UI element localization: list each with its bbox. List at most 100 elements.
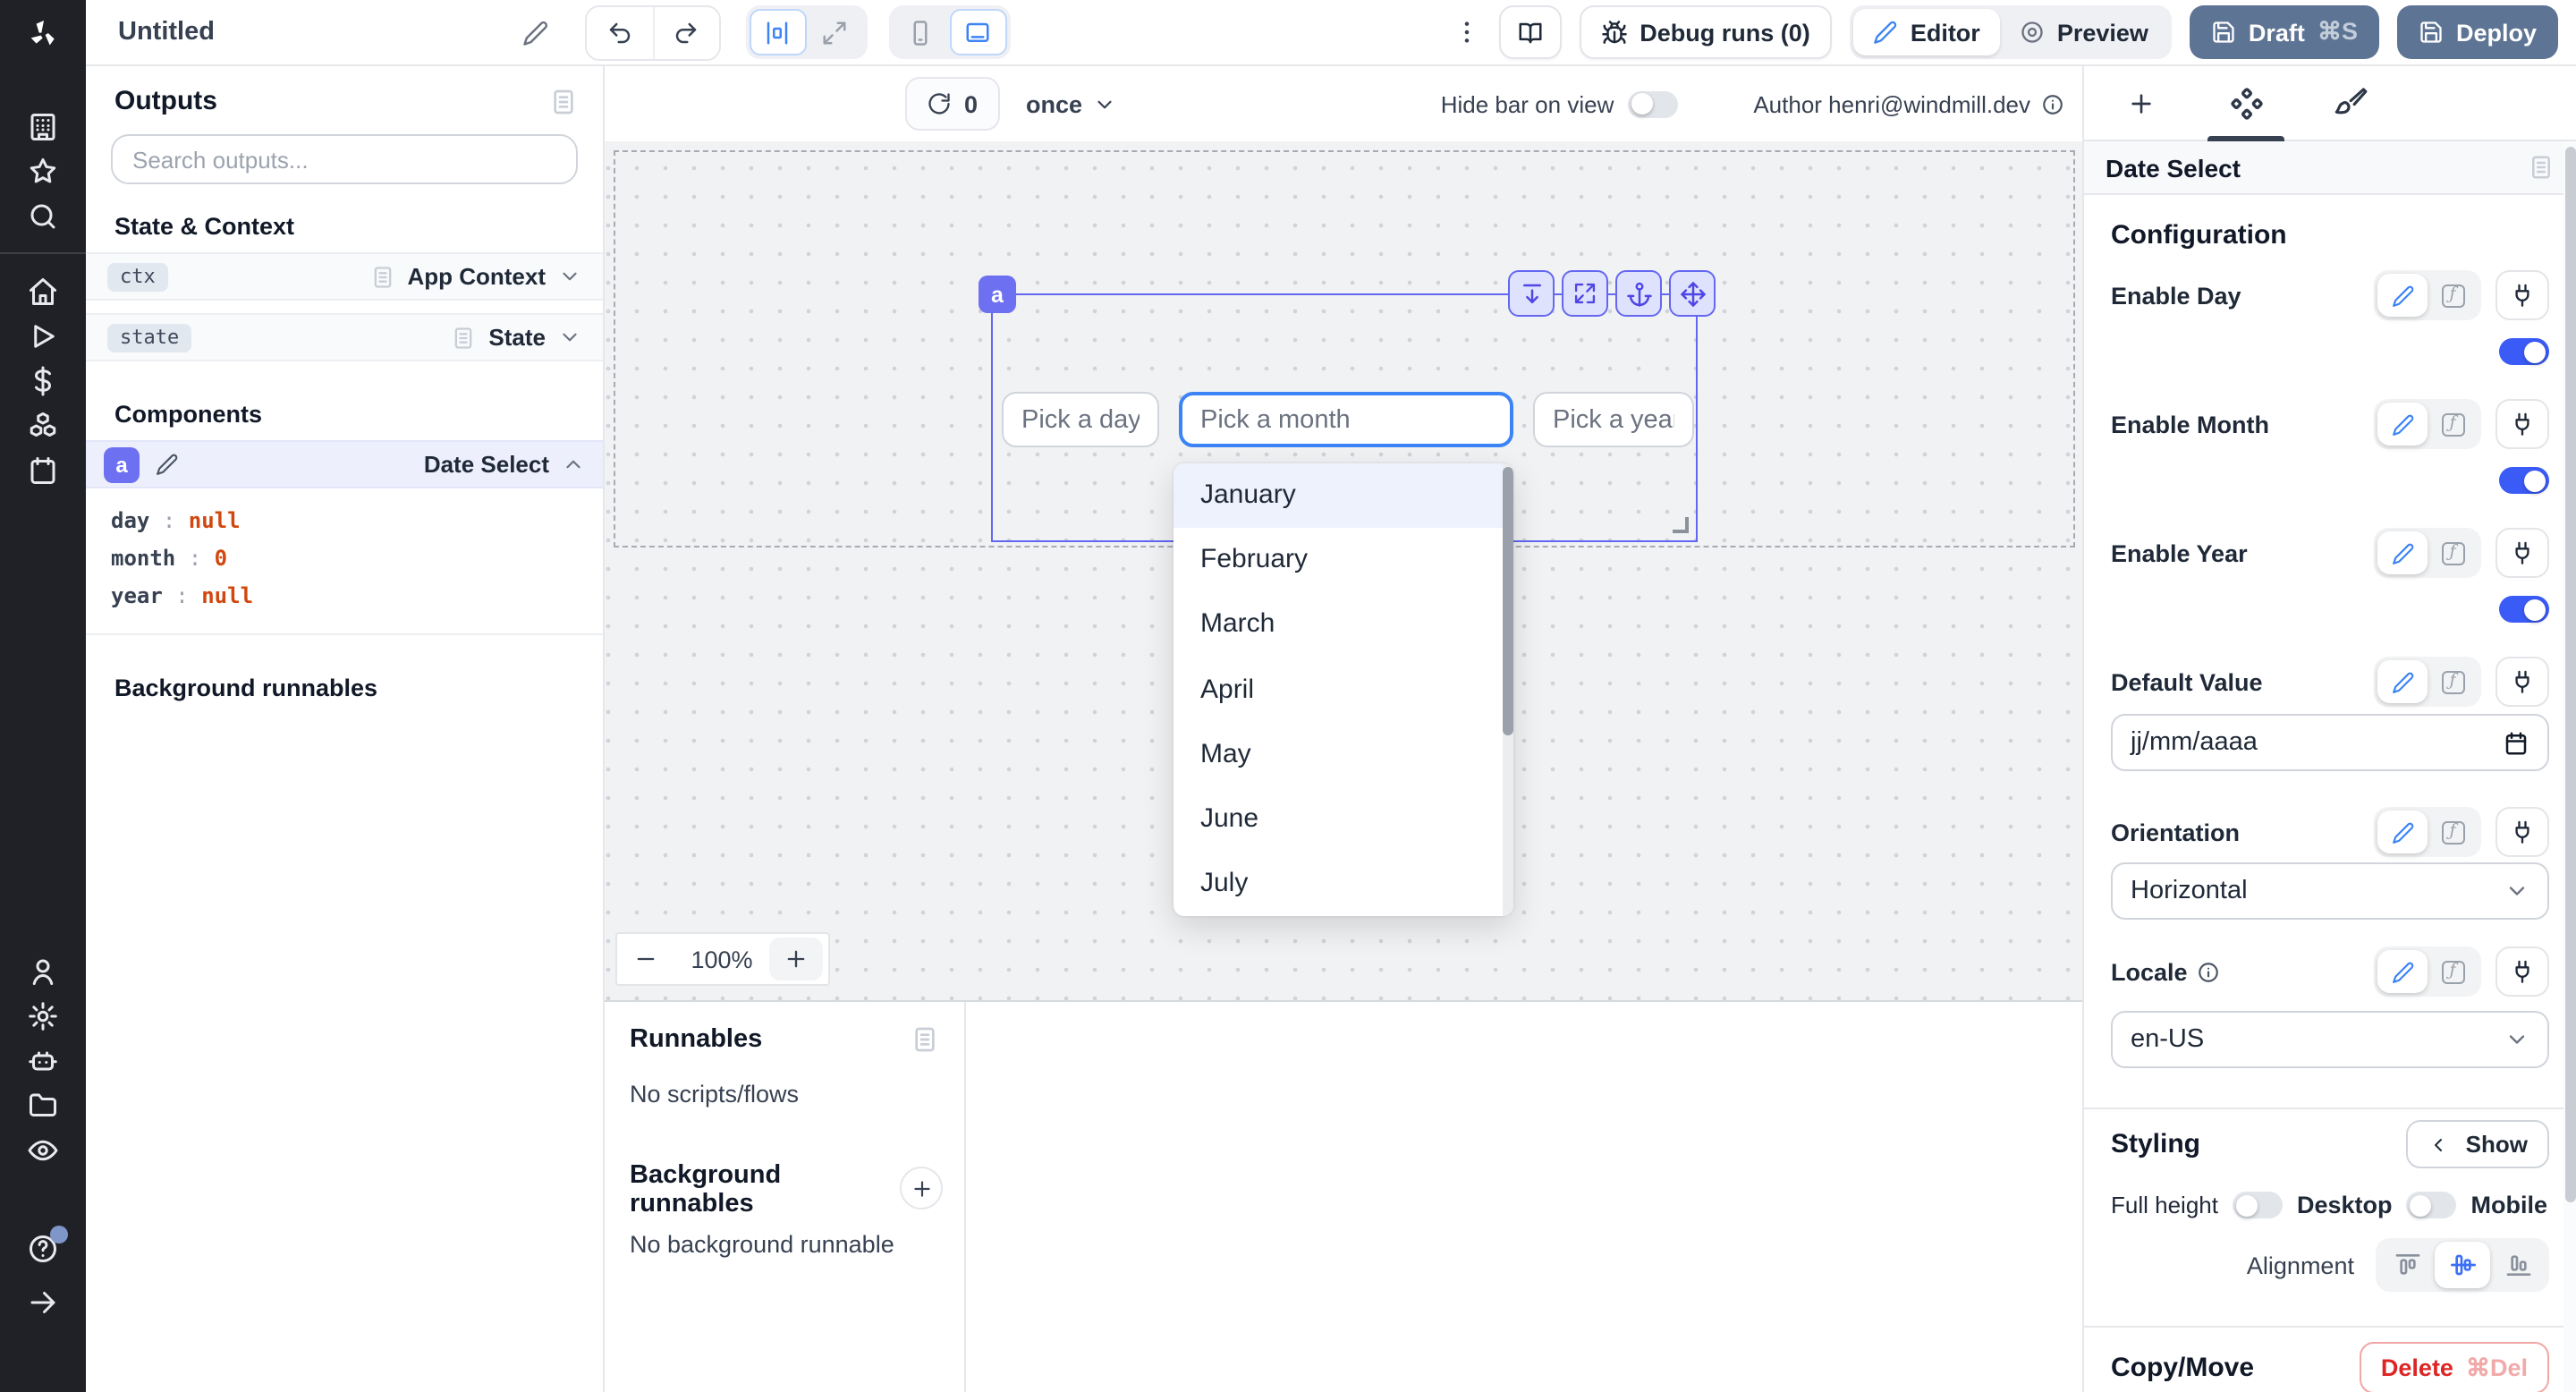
align-center-icon[interactable] [2435,1242,2490,1288]
align-top-icon[interactable] [2379,1242,2435,1288]
component-chevron-up-icon[interactable] [562,453,585,476]
ai-bot-icon[interactable] [27,1045,59,1077]
resources-boxes-icon[interactable] [27,409,59,441]
enable-month-eval-button[interactable]: ƒ [2428,403,2478,446]
global-styling-tab[interactable] [2299,65,2404,140]
month-option[interactable]: May [1174,723,1513,787]
enable-day-static-button[interactable] [2377,274,2428,317]
editor-tab[interactable]: Editor [1853,9,2000,55]
draft-button[interactable]: Draft⌘S [2190,5,2379,59]
refresh-counter-button[interactable]: 0 [905,77,999,131]
locale-info-icon[interactable] [2197,960,2220,983]
enable-day-connect-plug-icon[interactable] [2496,270,2549,320]
settings-scrollbar[interactable] [2563,141,2576,1392]
app-canvas[interactable]: a January February March [605,141,2082,1002]
orientation-eval-button[interactable]: ƒ [2428,811,2478,853]
zoom-out-button[interactable] [617,938,674,980]
ctx-chevron-down-icon[interactable] [558,265,581,288]
align-bottom-icon[interactable] [2490,1242,2546,1288]
expand-handle-icon[interactable] [1562,270,1608,317]
enable-month-connect-plug-icon[interactable] [2496,399,2549,449]
component-a-row[interactable]: a Date Select [86,440,603,488]
run-mode-dropdown[interactable]: once [1026,90,1116,117]
locale-connect-plug-icon[interactable] [2496,946,2549,997]
pick-year-input[interactable] [1533,392,1694,447]
month-option[interactable]: July [1174,852,1513,916]
enable-month-static-button[interactable] [2377,403,2428,446]
component-doc-icon[interactable] [2528,154,2555,181]
pick-month-input[interactable] [1179,392,1513,447]
expand-down-handle-icon[interactable] [1508,270,1555,317]
orientation-select[interactable]: Horizontal [2111,862,2549,920]
dropdown-scrollbar[interactable] [1503,463,1513,916]
enable-year-eval-button[interactable]: ƒ [2428,531,2478,574]
orientation-static-button[interactable] [2377,811,2428,853]
default-value-connect-plug-icon[interactable] [2496,657,2549,707]
undo-button[interactable] [587,6,653,58]
locale-eval-button[interactable]: ƒ [2428,950,2478,993]
orientation-connect-plug-icon[interactable] [2496,807,2549,857]
state-output-row[interactable]: state State [86,313,603,361]
month-option[interactable]: March [1174,593,1513,658]
default-value-static-button[interactable] [2377,660,2428,703]
desktop-preview-button[interactable] [950,9,1007,55]
full-height-toggle[interactable] [2233,1192,2283,1218]
search-icon[interactable] [27,199,59,232]
edit-title-pencil-icon[interactable] [522,19,549,46]
preview-tab[interactable]: Preview [2000,9,2168,55]
schedules-calendar-icon[interactable] [27,454,59,486]
enable-day-toggle[interactable] [2499,338,2549,365]
default-value-eval-button[interactable]: ƒ [2428,660,2478,703]
help-icon[interactable] [27,1233,59,1265]
component-settings-tab[interactable] [2193,65,2299,140]
enable-year-static-button[interactable] [2377,531,2428,574]
workspace-icon[interactable] [27,110,59,142]
anchor-handle-icon[interactable] [1615,270,1662,317]
enable-day-eval-button[interactable]: ƒ [2428,274,2478,317]
settings-gear-icon[interactable] [27,1000,59,1032]
fullscreen-layout-button[interactable] [807,9,864,55]
state-chevron-down-icon[interactable] [558,326,581,349]
runs-play-icon[interactable] [27,319,59,352]
users-icon[interactable] [27,955,59,988]
redo-button[interactable] [653,6,719,58]
more-menu-kebab-icon[interactable] [1452,18,1480,47]
insert-component-tab[interactable] [2088,65,2193,140]
pick-day-input[interactable] [1002,392,1159,447]
hide-bar-toggle[interactable] [1628,90,1678,117]
month-option[interactable]: January [1174,463,1513,528]
runnables-doc-icon[interactable] [911,1025,939,1054]
debug-runs-button[interactable]: Debug runs (0) [1579,5,1832,59]
locale-select[interactable]: en-US [2111,1011,2549,1068]
resize-handle[interactable] [1673,517,1689,533]
mobile-preview-button[interactable] [893,9,950,55]
author-info-icon[interactable] [2041,92,2064,115]
audit-eye-icon[interactable] [27,1134,59,1167]
folders-icon[interactable] [27,1090,59,1122]
desktop-toggle[interactable] [2407,1192,2457,1218]
outputs-doc-icon[interactable] [549,87,578,115]
favorites-star-icon[interactable] [27,155,59,187]
delete-component-button[interactable]: Delete ⌘Del [2360,1342,2549,1392]
enable-month-toggle[interactable] [2499,467,2549,494]
ctx-output-row[interactable]: ctx App Context [86,252,603,301]
zoom-in-button[interactable] [769,938,823,980]
show-styling-button[interactable]: Show [2407,1120,2549,1168]
centered-layout-button[interactable] [750,9,807,55]
add-background-runnable-button[interactable] [900,1167,943,1210]
month-option[interactable]: June [1174,787,1513,852]
deploy-button[interactable]: Deploy [2397,5,2558,59]
enable-year-connect-plug-icon[interactable] [2496,528,2549,578]
variables-dollar-icon[interactable] [27,364,59,396]
month-option[interactable]: April [1174,658,1513,722]
default-value-date-input[interactable]: jj/mm/aaaa [2111,714,2549,771]
home-icon[interactable] [27,275,59,307]
expand-sidebar-icon[interactable] [27,1286,59,1318]
locale-static-button[interactable] [2377,950,2428,993]
search-outputs-input[interactable] [111,134,578,184]
enable-year-toggle[interactable] [2499,596,2549,623]
rename-component-pencil-icon[interactable] [156,453,179,476]
move-handle-icon[interactable] [1669,270,1716,317]
docs-book-button[interactable] [1498,5,1561,59]
windmill-logo[interactable] [0,0,86,66]
